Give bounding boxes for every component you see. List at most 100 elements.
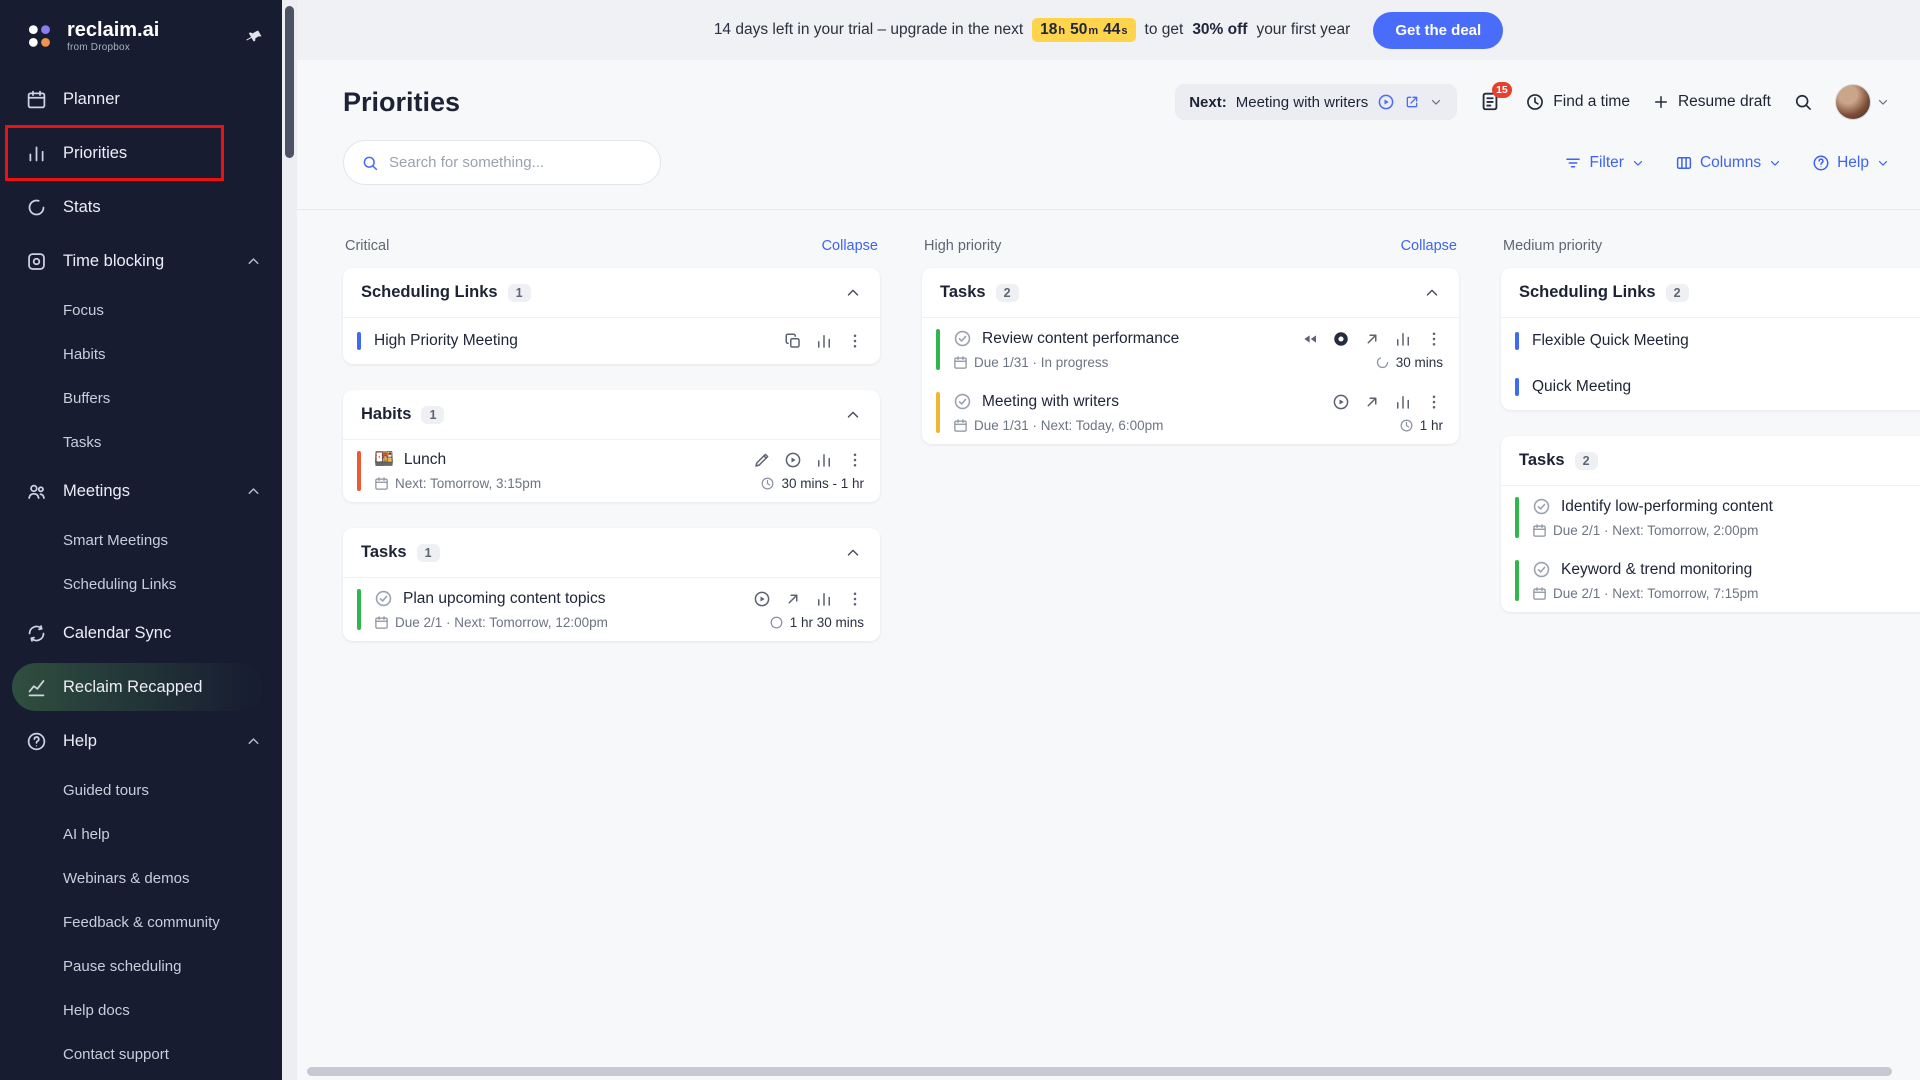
more-options-icon[interactable] <box>846 590 864 608</box>
open-icon[interactable] <box>784 590 802 608</box>
stop-timer-icon[interactable] <box>1332 330 1350 348</box>
priority-bar <box>357 332 361 350</box>
more-options-icon[interactable] <box>846 332 864 350</box>
card-header[interactable]: Habits1 <box>343 390 880 440</box>
chevron-down-icon[interactable] <box>1429 95 1443 109</box>
board-item[interactable]: Flexible Quick Meeting <box>1501 318 1920 364</box>
sidebar-item-calendar-sync[interactable]: Calendar Sync <box>0 606 282 660</box>
complete-checkbox-icon[interactable] <box>1532 560 1551 579</box>
more-options-icon[interactable] <box>1425 393 1443 411</box>
sidebar-item-pause-scheduling[interactable]: Pause scheduling <box>0 944 282 988</box>
resume-draft-button[interactable]: Resume draft <box>1652 93 1771 111</box>
search-icon[interactable] <box>1793 92 1813 112</box>
sidebar-item-label: AI help <box>63 826 110 843</box>
calendar-icon <box>374 476 389 491</box>
board-item[interactable]: Plan upcoming content topicsDue 2/1 · Ne… <box>343 578 880 641</box>
open-icon[interactable] <box>1363 330 1381 348</box>
search-box[interactable] <box>343 140 661 185</box>
banner-text-after: your first year <box>1256 21 1350 39</box>
analytics-icon[interactable] <box>1394 330 1412 348</box>
sidebar-scrollbar-thumb[interactable] <box>285 6 294 158</box>
rewind-icon[interactable] <box>1301 330 1319 348</box>
sidebar-item-buffers[interactable]: Buffers <box>0 376 282 420</box>
sidebar-item-scheduling-links[interactable]: Scheduling Links <box>0 562 282 606</box>
horizontal-scrollbar[interactable] <box>307 1067 1892 1076</box>
board-item[interactable]: Identify low-performing contentDue 2/1 ·… <box>1501 486 1920 549</box>
board-item[interactable]: High Priority Meeting <box>343 318 880 364</box>
item-meta: Due 1/31 · Next: Today, 6:00pm <box>974 418 1163 433</box>
chevron-up-icon[interactable] <box>844 406 862 424</box>
play-icon[interactable] <box>784 451 802 469</box>
board-item[interactable]: 🍱LunchNext: Tomorrow, 3:15pm30 mins - 1 … <box>343 440 880 502</box>
sidebar-item-stats[interactable]: Stats <box>0 180 282 234</box>
edit-icon[interactable] <box>753 451 771 469</box>
analytics-icon[interactable] <box>815 451 833 469</box>
sidebar-item-webinars-demos[interactable]: Webinars & demos <box>0 856 282 900</box>
copy-icon[interactable] <box>784 332 802 350</box>
user-menu[interactable] <box>1835 84 1890 120</box>
calendar-sync-icon <box>26 623 47 644</box>
sidebar-item-smart-meetings[interactable]: Smart Meetings <box>0 518 282 562</box>
play-icon[interactable] <box>1332 393 1350 411</box>
board-item[interactable]: Quick Meeting <box>1501 364 1920 410</box>
card-header[interactable]: Tasks2 <box>922 268 1459 318</box>
sidebar-item-habits[interactable]: Habits <box>0 332 282 376</box>
pin-icon[interactable] <box>243 24 266 47</box>
priority-bar <box>1515 560 1519 601</box>
item-duration: 1 hr <box>1399 418 1443 433</box>
analytics-icon[interactable] <box>1394 393 1412 411</box>
sidebar-item-help[interactable]: Help <box>0 714 282 768</box>
next-event-pill[interactable]: Next: Meeting with writers <box>1175 84 1457 120</box>
card-header[interactable]: Scheduling Links2 <box>1501 268 1920 318</box>
analytics-icon[interactable] <box>815 590 833 608</box>
board-item[interactable]: Meeting with writers Due 1/31 · Next: Tod… <box>922 381 1459 444</box>
card-header[interactable]: Tasks1 <box>343 528 880 578</box>
collapse-link[interactable]: Collapse <box>822 238 878 254</box>
sidebar-item-feedback-community[interactable]: Feedback & community <box>0 900 282 944</box>
chevron-up-icon[interactable] <box>844 284 862 302</box>
search-input[interactable] <box>389 154 643 171</box>
more-options-icon[interactable] <box>846 451 864 469</box>
sidebar-scrollbar-track[interactable] <box>282 0 297 1080</box>
priority-bar <box>1515 497 1519 538</box>
filter-button[interactable]: Filter <box>1564 154 1644 172</box>
complete-checkbox-icon[interactable] <box>1532 497 1551 516</box>
play-icon[interactable] <box>753 590 771 608</box>
card-header[interactable]: Scheduling Links1 <box>343 268 880 318</box>
sidebar-item-ai-help[interactable]: AI help <box>0 812 282 856</box>
complete-checkbox-icon[interactable] <box>374 589 393 608</box>
notifications-button[interactable]: 15 <box>1479 90 1503 114</box>
play-icon[interactable] <box>1377 93 1395 111</box>
sidebar-item-tasks[interactable]: Tasks <box>0 420 282 464</box>
logo-row: reclaim.ai from Dropbox <box>0 0 282 72</box>
sidebar-item-focus[interactable]: Focus <box>0 288 282 332</box>
complete-checkbox-icon[interactable] <box>953 392 972 411</box>
collapse-link[interactable]: Collapse <box>1401 238 1457 254</box>
sidebar-item-contact-support[interactable]: Contact support <box>0 1032 282 1076</box>
board-item[interactable]: Keyword & trend monitoringDue 2/1 · Next… <box>1501 549 1920 612</box>
item-actions <box>753 451 864 469</box>
sidebar-item-time-blocking[interactable]: Time blocking <box>0 234 282 288</box>
item-meta: Next: Tomorrow, 3:15pm <box>395 476 541 491</box>
complete-checkbox-icon[interactable] <box>953 329 972 348</box>
chevron-up-icon[interactable] <box>1423 284 1441 302</box>
sidebar-item-label: Contact support <box>63 1046 169 1063</box>
chevron-up-icon[interactable] <box>844 544 862 562</box>
more-options-icon[interactable] <box>1425 330 1443 348</box>
help-button[interactable]: Help <box>1812 154 1890 172</box>
item-title: Meeting with writers <box>982 393 1119 411</box>
open-icon[interactable] <box>1363 393 1381 411</box>
sidebar-item-guided-tours[interactable]: Guided tours <box>0 768 282 812</box>
external-link-icon[interactable] <box>1404 94 1420 110</box>
analytics-icon[interactable] <box>815 332 833 350</box>
sidebar-item-priorities[interactable]: Priorities <box>0 126 282 180</box>
board-item[interactable]: Review content performanceDue 1/31 · In … <box>922 318 1459 381</box>
find-a-time-button[interactable]: Find a time <box>1525 92 1630 112</box>
sidebar-item-planner[interactable]: Planner <box>0 72 282 126</box>
sidebar-item-help-docs[interactable]: Help docs <box>0 988 282 1032</box>
sidebar-item-reclaim-recapped[interactable]: Reclaim Recapped <box>12 663 262 711</box>
get-the-deal-button[interactable]: Get the deal <box>1373 12 1503 49</box>
card-header[interactable]: Tasks2 <box>1501 436 1920 486</box>
sidebar-item-meetings[interactable]: Meetings <box>0 464 282 518</box>
columns-button[interactable]: Columns <box>1675 154 1782 172</box>
